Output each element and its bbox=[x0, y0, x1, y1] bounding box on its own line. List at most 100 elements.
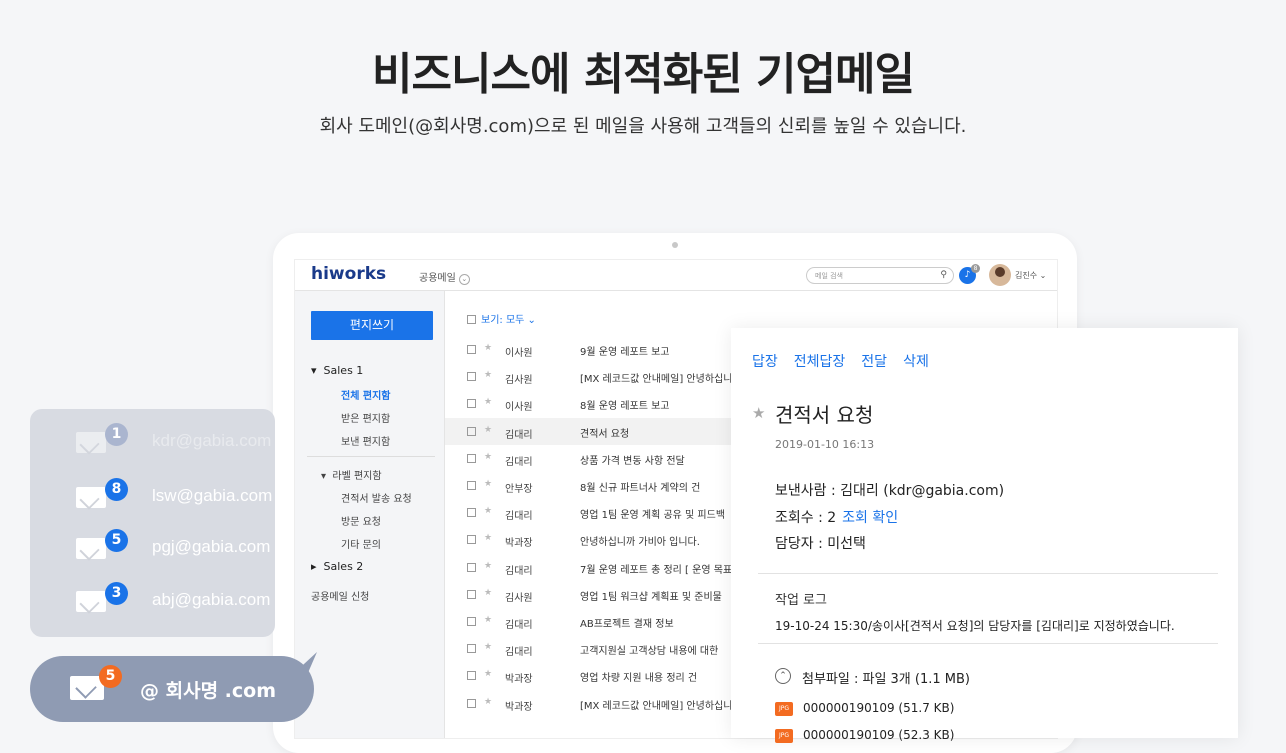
company-domain: @ 회사명 .com bbox=[140, 680, 277, 702]
row-checkbox[interactable] bbox=[467, 617, 476, 626]
envelope-icon bbox=[76, 432, 106, 453]
star-icon[interactable]: ★ bbox=[484, 615, 492, 625]
row-sender: 박과장 bbox=[505, 701, 533, 713]
sidebar-item-inbox[interactable]: 받은 편지함 bbox=[341, 410, 390, 425]
star-icon[interactable]: ★ bbox=[484, 397, 492, 407]
sidebar-group-label: Sales 1 bbox=[323, 364, 364, 377]
sidebar-group-label: Sales 2 bbox=[323, 560, 364, 573]
star-icon[interactable]: ★ bbox=[484, 452, 492, 462]
star-icon[interactable]: ★ bbox=[484, 506, 492, 516]
views-check-link[interactable]: 조회 확인 bbox=[842, 510, 898, 526]
row-checkbox[interactable] bbox=[467, 535, 476, 545]
row-sender: 박과장 bbox=[505, 538, 533, 550]
work-log-text: 19-10-24 15:30/송이사[견적서 요청]의 담당자를 [김대리]로 … bbox=[775, 619, 1175, 633]
account-panel: 1 kdr@gabia.com 8 lsw@gabia.com 5 pgj@ga… bbox=[30, 409, 275, 637]
search-input[interactable]: 메일 검색 ⚲ bbox=[806, 267, 954, 284]
top-bar: hiworks 공용메일 ⌄ 메일 검색 ⚲ ♪ 8 김진수 ⌄ bbox=[295, 260, 1057, 291]
star-icon[interactable]: ★ bbox=[484, 642, 492, 652]
attachment-file-name: 000000190109 (52.3 KB) bbox=[803, 728, 955, 742]
star-icon[interactable]: ★ bbox=[484, 561, 492, 571]
row-sender: 김대리 bbox=[505, 456, 533, 468]
chevron-up-icon[interactable]: ⌃ bbox=[775, 668, 791, 684]
row-subject: 8월 운영 레포트 보고 bbox=[580, 401, 670, 413]
row-checkbox[interactable] bbox=[467, 589, 476, 599]
row-checkbox[interactable] bbox=[467, 671, 476, 681]
envelope-icon bbox=[76, 487, 106, 508]
reply-button[interactable]: 답장 bbox=[752, 354, 778, 370]
star-icon[interactable]: ★ bbox=[752, 404, 765, 422]
mail-sender: 보낸사람 : 김대리 (kdr@gabia.com) bbox=[775, 483, 1005, 499]
sidebar-group-sales2[interactable]: ▸ Sales 2 bbox=[311, 560, 363, 573]
view-filter-label: 보기: 모두 ⌄ bbox=[481, 315, 536, 326]
forward-button[interactable]: 전달 bbox=[861, 354, 887, 370]
reply-all-button[interactable]: 전체답장 bbox=[794, 354, 846, 370]
user-menu[interactable]: 김진수 ⌄ bbox=[1015, 270, 1046, 281]
star-icon[interactable]: ★ bbox=[484, 697, 492, 707]
row-sender: 안부장 bbox=[505, 484, 533, 495]
row-checkbox[interactable] bbox=[467, 644, 476, 654]
mail-views: 조회수 : 2 조회 확인 bbox=[775, 507, 898, 527]
row-checkbox[interactable] bbox=[467, 508, 476, 518]
row-subject: 영업 1팀 운영 계획 공유 및 피드백 bbox=[580, 510, 726, 522]
delete-button[interactable]: 삭제 bbox=[903, 354, 929, 370]
row-subject: 안녕하십니까 가비아 입니다. bbox=[580, 537, 700, 549]
domain-bubble: 5 @ 회사명 .com bbox=[30, 656, 314, 722]
camera-dot bbox=[672, 242, 678, 248]
sidebar-item-sent[interactable]: 보낸 편지함 bbox=[341, 433, 390, 448]
row-sender: 박과장 bbox=[505, 674, 533, 686]
sidebar-group-label: 라벨 편지함 bbox=[332, 471, 382, 482]
sidebar-item-all-mail[interactable]: 전체 편지함 bbox=[341, 387, 390, 402]
row-subject: 고객지원실 고객상담 내용에 대한 bbox=[580, 646, 719, 658]
service-selector[interactable]: 공용메일 ⌄ bbox=[419, 269, 470, 285]
row-subject: 상품 가격 변동 사항 전달 bbox=[580, 455, 685, 467]
row-subject: [MX 레코드값 안내메일] 안녕하십니 bbox=[580, 374, 733, 386]
star-icon[interactable]: ★ bbox=[484, 425, 492, 435]
hero-subtitle: 회사 도메인(@회사명.com)으로 된 메일을 사용해 고객들의 신뢰를 높일… bbox=[319, 116, 967, 137]
account-email: kdr@gabia.com bbox=[152, 431, 272, 450]
star-icon[interactable]: ★ bbox=[484, 370, 492, 380]
row-checkbox[interactable] bbox=[467, 426, 476, 436]
account-item[interactable]: 1 kdr@gabia.com bbox=[30, 421, 275, 461]
row-subject: 9월 운영 레포트 보고 bbox=[580, 347, 670, 358]
star-icon[interactable]: ★ bbox=[484, 533, 492, 543]
unread-count-badge: 8 bbox=[105, 478, 128, 501]
sidebar-item-quote-request[interactable]: 견적서 발송 요청 bbox=[341, 490, 412, 505]
unread-count-badge: 3 bbox=[105, 582, 128, 605]
row-subject: 7월 운영 레포트 총 정리 [ 운영 목표 bbox=[580, 564, 733, 576]
star-icon[interactable]: ★ bbox=[484, 343, 492, 353]
sidebar-item-visit-request[interactable]: 방문 요청 bbox=[341, 513, 381, 528]
mail-detail-panel: 답장 전체답장 전달 삭제 ★ 견적서 요청 2019-01-10 16:13 보낸사… bbox=[731, 328, 1238, 743]
account-item[interactable]: 3 abj@gabia.com bbox=[30, 580, 275, 620]
row-checkbox[interactable] bbox=[467, 345, 476, 354]
sidebar-item-other-inquiry[interactable]: 기타 문의 bbox=[341, 536, 381, 551]
row-checkbox[interactable] bbox=[467, 399, 476, 409]
hiworks-logo[interactable]: hiworks bbox=[311, 264, 386, 284]
row-checkbox[interactable] bbox=[467, 481, 476, 490]
row-checkbox[interactable] bbox=[467, 562, 476, 572]
view-filter[interactable]: 보기: 모두 ⌄ bbox=[467, 311, 536, 326]
sidebar: 편지쓰기 ▾ Sales 1 전체 편지함 받은 편지함 보낸 편지함 ▾ 라벨… bbox=[295, 291, 445, 738]
sidebar-group-sales1[interactable]: ▾ Sales 1 bbox=[311, 364, 363, 377]
attachment-file[interactable]: JPG 000000190109 (51.7 KB) bbox=[775, 701, 954, 716]
notification-badge: 8 bbox=[971, 264, 980, 273]
sidebar-group-labels[interactable]: ▾ 라벨 편지함 bbox=[321, 467, 382, 482]
star-icon[interactable]: ★ bbox=[484, 588, 492, 598]
mail-assignee: 담당자 : 미선택 bbox=[775, 536, 866, 552]
envelope-icon bbox=[76, 538, 106, 559]
avatar[interactable] bbox=[989, 264, 1011, 286]
select-all-checkbox[interactable] bbox=[467, 315, 476, 324]
row-checkbox[interactable] bbox=[467, 372, 476, 382]
account-item[interactable]: 5 pgj@gabia.com bbox=[30, 527, 275, 567]
hero-title: 비즈니스에 최적화된 기업메일 bbox=[372, 49, 915, 100]
row-subject: AB프로젝트 결재 정보 bbox=[580, 619, 674, 630]
star-icon[interactable]: ★ bbox=[484, 669, 492, 679]
sidebar-item-shared-request[interactable]: 공용메일 신청 bbox=[311, 588, 369, 603]
attachment-file-name: 000000190109 (51.7 KB) bbox=[803, 701, 955, 715]
compose-button[interactable]: 편지쓰기 bbox=[311, 311, 433, 340]
attachment-file[interactable]: JPG 000000190109 (52.3 KB) bbox=[775, 728, 954, 743]
row-checkbox[interactable] bbox=[467, 453, 476, 463]
search-icon[interactable]: ⚲ bbox=[940, 270, 947, 280]
star-icon[interactable]: ★ bbox=[484, 479, 492, 489]
row-checkbox[interactable] bbox=[467, 698, 476, 708]
account-item[interactable]: 8 lsw@gabia.com bbox=[30, 476, 275, 516]
